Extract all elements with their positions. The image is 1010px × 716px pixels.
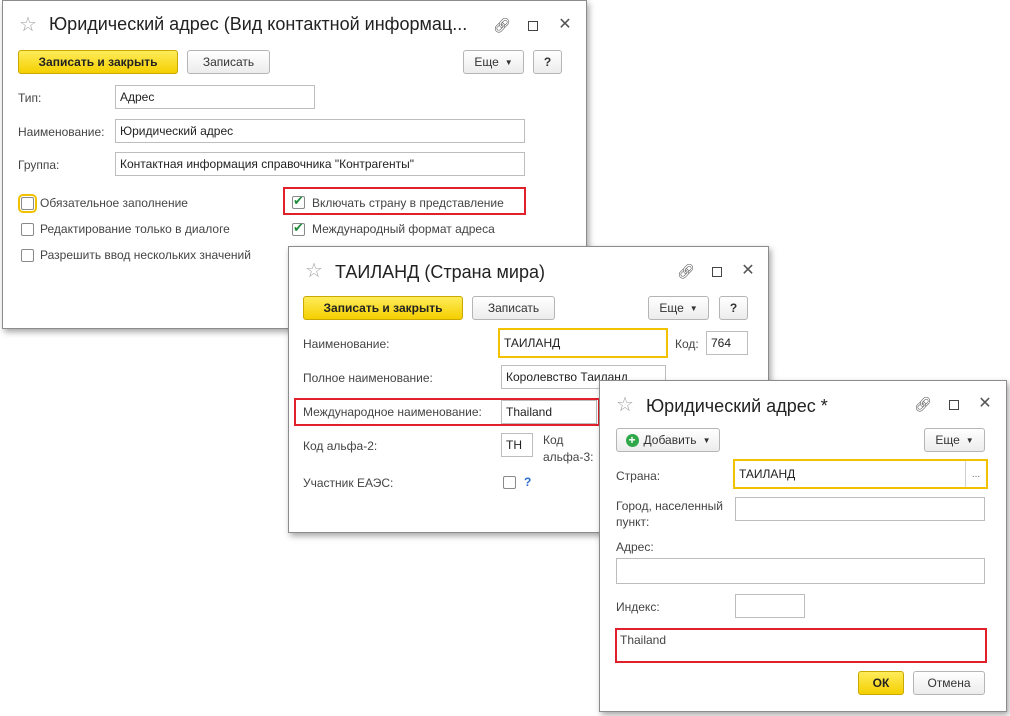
more-label: Еще [474, 55, 499, 69]
chevron-down-icon: ▼ [702, 435, 711, 445]
name-label: Наименование: [303, 337, 390, 351]
intl-format-checkbox[interactable] [292, 220, 305, 236]
address-label: Адрес: [616, 540, 654, 554]
save-and-close-button[interactable]: Записать и закрыть [303, 296, 463, 320]
city-label-line1: Город, населенный [616, 499, 723, 513]
window-title: ТАИЛАНД (Страна мира) [335, 262, 546, 282]
window-title: Юридический адрес * [646, 396, 828, 416]
eaeu-checkbox[interactable] [503, 476, 516, 489]
intl-name-field[interactable]: Thailand [501, 400, 597, 424]
presentation-text: Thailand [620, 633, 667, 647]
intl-name-label: Международное наименование: [303, 405, 482, 419]
name-field[interactable]: Юридический адрес [115, 119, 525, 143]
highlight-presentation [615, 628, 987, 663]
link-icon[interactable]: 🔗︎ [914, 396, 932, 412]
more-button[interactable]: Еще ▼ [648, 296, 709, 320]
more-label: Еще [659, 301, 684, 315]
close-icon[interactable]: ✕ [740, 263, 756, 279]
intl-format-label: Международный формат адреса [312, 222, 495, 236]
save-and-close-button[interactable]: Записать и закрыть [18, 50, 178, 74]
link-icon[interactable]: 🔗︎ [493, 17, 511, 33]
include-country-checkbox[interactable] [292, 193, 305, 209]
group-field[interactable]: Контактная информация справочника "Контр… [115, 152, 525, 176]
address-field[interactable] [616, 558, 985, 584]
country-select-button[interactable]: ... [965, 461, 986, 487]
index-field[interactable] [735, 594, 805, 618]
dialog-only-checkbox[interactable] [21, 223, 34, 236]
window-title: Юридический адрес (Вид контактной информ… [49, 14, 468, 34]
type-label: Тип: [18, 91, 42, 105]
maximize-icon[interactable] [949, 400, 959, 410]
window-address-input: ☆ Юридический адрес * 🔗︎ ✕ + Добавить ▼ … [599, 380, 1007, 712]
cancel-button[interactable]: Отмена [913, 671, 985, 695]
favorite-star-icon[interactable]: ☆ [616, 395, 634, 415]
chevron-down-icon: ▼ [504, 57, 513, 67]
city-field[interactable] [735, 497, 985, 521]
required-checkbox[interactable] [18, 194, 37, 213]
multi-values-checkbox[interactable] [21, 249, 34, 262]
chevron-down-icon: ▼ [965, 435, 974, 445]
more-label: Еще [935, 433, 960, 447]
link-icon[interactable]: 🔗︎ [677, 263, 695, 279]
help-button[interactable]: ? [719, 296, 748, 320]
maximize-icon[interactable] [528, 21, 538, 31]
help-button[interactable]: ? [533, 50, 562, 74]
alpha3-label-line2: альфа-3: [543, 450, 594, 464]
alpha2-label: Код альфа-2: [303, 439, 378, 453]
index-label: Индекс: [616, 600, 660, 614]
code-label: Код: [675, 337, 699, 351]
add-plus-icon: + [625, 433, 639, 447]
country-label: Страна: [616, 469, 661, 483]
eaeu-help-icon[interactable]: ? [524, 475, 531, 489]
full-name-label: Полное наименование: [303, 371, 433, 385]
alpha3-label-line1: Код [543, 433, 564, 447]
more-button[interactable]: Еще ▼ [924, 428, 985, 452]
include-country-label: Включать страну в представление [312, 196, 504, 210]
maximize-icon[interactable] [712, 267, 722, 277]
save-button[interactable]: Записать [187, 50, 270, 74]
group-label: Группа: [18, 158, 60, 172]
favorite-star-icon[interactable]: ☆ [305, 261, 323, 281]
country-field[interactable]: ТАИЛАНД ... [733, 459, 988, 489]
add-button[interactable]: + Добавить ▼ [616, 428, 720, 452]
ok-button[interactable]: ОК [858, 671, 904, 695]
more-button[interactable]: Еще ▼ [463, 50, 524, 74]
name-field[interactable]: ТАИЛАНД [498, 328, 668, 358]
chevron-down-icon: ▼ [689, 303, 698, 313]
save-button[interactable]: Записать [472, 296, 555, 320]
favorite-star-icon[interactable]: ☆ [19, 15, 37, 35]
add-label: Добавить [643, 433, 697, 447]
name-label: Наименование: [18, 125, 105, 139]
city-label-line2: пункт: [616, 515, 650, 529]
multi-values-label: Разрешить ввод нескольких значений [40, 248, 251, 262]
code-field[interactable]: 764 [706, 331, 748, 355]
type-field[interactable]: Адрес [115, 85, 315, 109]
country-value: ТАИЛАНД [739, 467, 796, 481]
required-label: Обязательное заполнение [40, 196, 188, 210]
eaeu-label: Участник ЕАЭС: [303, 476, 394, 490]
dialog-only-label: Редактирование только в диалоге [40, 222, 230, 236]
close-icon[interactable]: ✕ [977, 396, 993, 412]
close-icon[interactable]: ✕ [557, 17, 573, 33]
alpha2-field[interactable]: TH [501, 433, 533, 457]
